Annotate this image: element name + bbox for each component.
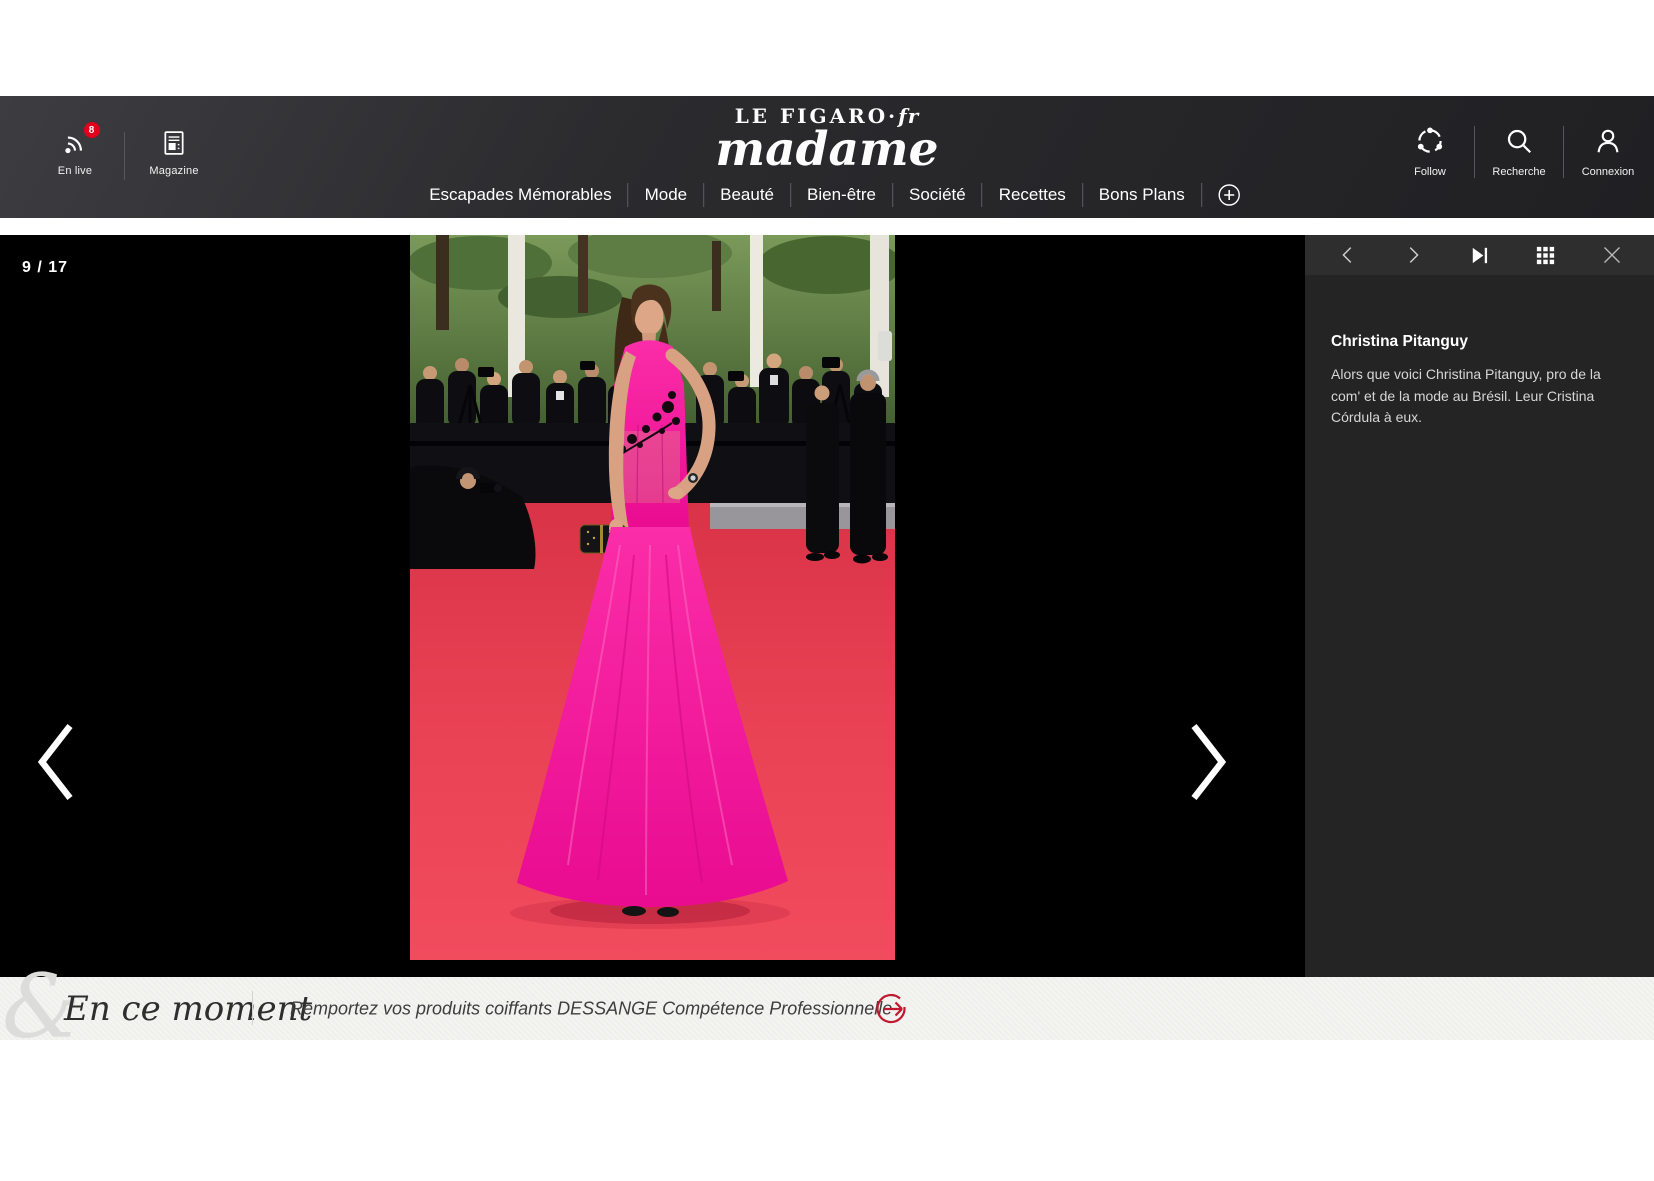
magazine-button[interactable]: Magazine	[137, 130, 211, 177]
nav-beaute[interactable]: Beauté	[704, 183, 791, 207]
chevron-left-icon	[1337, 244, 1359, 266]
follow-button[interactable]: Follow	[1386, 126, 1474, 178]
photo-counter: 9 / 17	[22, 259, 68, 277]
logo-madame: madame	[715, 128, 938, 172]
photo-caption: Christina Pitanguy Alors que voici Chris…	[1305, 275, 1654, 429]
close-gallery-button[interactable]	[1598, 241, 1626, 269]
live-button[interactable]: 8 En live	[38, 130, 112, 177]
promo-arrow-button[interactable]	[872, 990, 910, 1028]
photo-gallery: 9 / 17	[0, 235, 1654, 977]
slideshow-play-button[interactable]	[1466, 242, 1493, 269]
search-icon	[1504, 126, 1534, 159]
live-icon: 8	[62, 130, 89, 156]
page: 8 En live Magazine	[0, 0, 1654, 1181]
thumbnails-grid-button[interactable]	[1532, 242, 1559, 269]
gallery-toolbar	[1305, 235, 1654, 275]
magazine-label: Magazine	[149, 165, 198, 177]
chevron-right-icon	[1186, 720, 1230, 804]
follow-share-icon	[1415, 126, 1445, 159]
logo[interactable]: LE FIGARO·fr madame	[715, 104, 938, 172]
nav-mode[interactable]: Mode	[629, 183, 705, 207]
nav-societe[interactable]: Société	[893, 183, 983, 207]
connexion-label: Connexion	[1582, 166, 1635, 178]
plus-circle-icon[interactable]	[1202, 183, 1241, 207]
nav-escapades-memorables[interactable]: Escapades Mémorables	[413, 183, 628, 207]
play-slideshow-icon	[1468, 244, 1491, 267]
caption-body: Alors que voici Christina Pitanguy, pro …	[1331, 364, 1630, 429]
gallery-stage: 9 / 17	[0, 235, 1305, 977]
chevron-left-icon	[34, 720, 78, 804]
magazine-icon	[162, 130, 186, 156]
close-icon	[1600, 243, 1624, 267]
promo-section-title: En ce moment	[64, 989, 312, 1029]
prev-photo-arrow[interactable]	[34, 720, 78, 807]
grid-thumbnails-icon	[1534, 244, 1557, 267]
main-nav: Escapades Mémorables Mode Beauté Bien-êt…	[413, 183, 1241, 207]
caption-title: Christina Pitanguy	[1331, 333, 1630, 351]
gallery-photo	[410, 235, 895, 960]
red-carpet-photo	[410, 235, 895, 960]
toolbar-prev-button[interactable]	[1335, 242, 1361, 268]
caption-panel: Christina Pitanguy Alors que voici Chris…	[1305, 235, 1654, 977]
live-label: En live	[58, 165, 92, 177]
connexion-button[interactable]: Connexion	[1564, 126, 1652, 178]
toolbar-next-button[interactable]	[1400, 242, 1426, 268]
nav-bien-etre[interactable]: Bien-être	[791, 183, 893, 207]
header-right-group: Follow Recherche	[1386, 126, 1652, 178]
promo-divider	[252, 991, 253, 1025]
follow-label: Follow	[1414, 166, 1446, 178]
promo-link[interactable]: Remportez vos produits coiffants DESSANG…	[290, 998, 892, 1019]
chevron-right-icon	[1402, 244, 1424, 266]
promo-bar: & En ce moment Remportez vos produits co…	[0, 977, 1654, 1040]
user-icon	[1593, 126, 1623, 159]
search-button[interactable]: Recherche	[1475, 126, 1563, 178]
next-photo-arrow[interactable]	[1186, 720, 1230, 807]
header-left-group: 8 En live Magazine	[38, 130, 211, 180]
header-divider	[124, 132, 125, 180]
live-badge: 8	[84, 122, 100, 138]
site-header: 8 En live Magazine	[0, 96, 1654, 218]
arrow-right-circle-icon	[872, 990, 910, 1028]
nav-recettes[interactable]: Recettes	[983, 183, 1083, 207]
search-label: Recherche	[1492, 166, 1545, 178]
nav-bons-plans[interactable]: Bons Plans	[1083, 183, 1202, 207]
